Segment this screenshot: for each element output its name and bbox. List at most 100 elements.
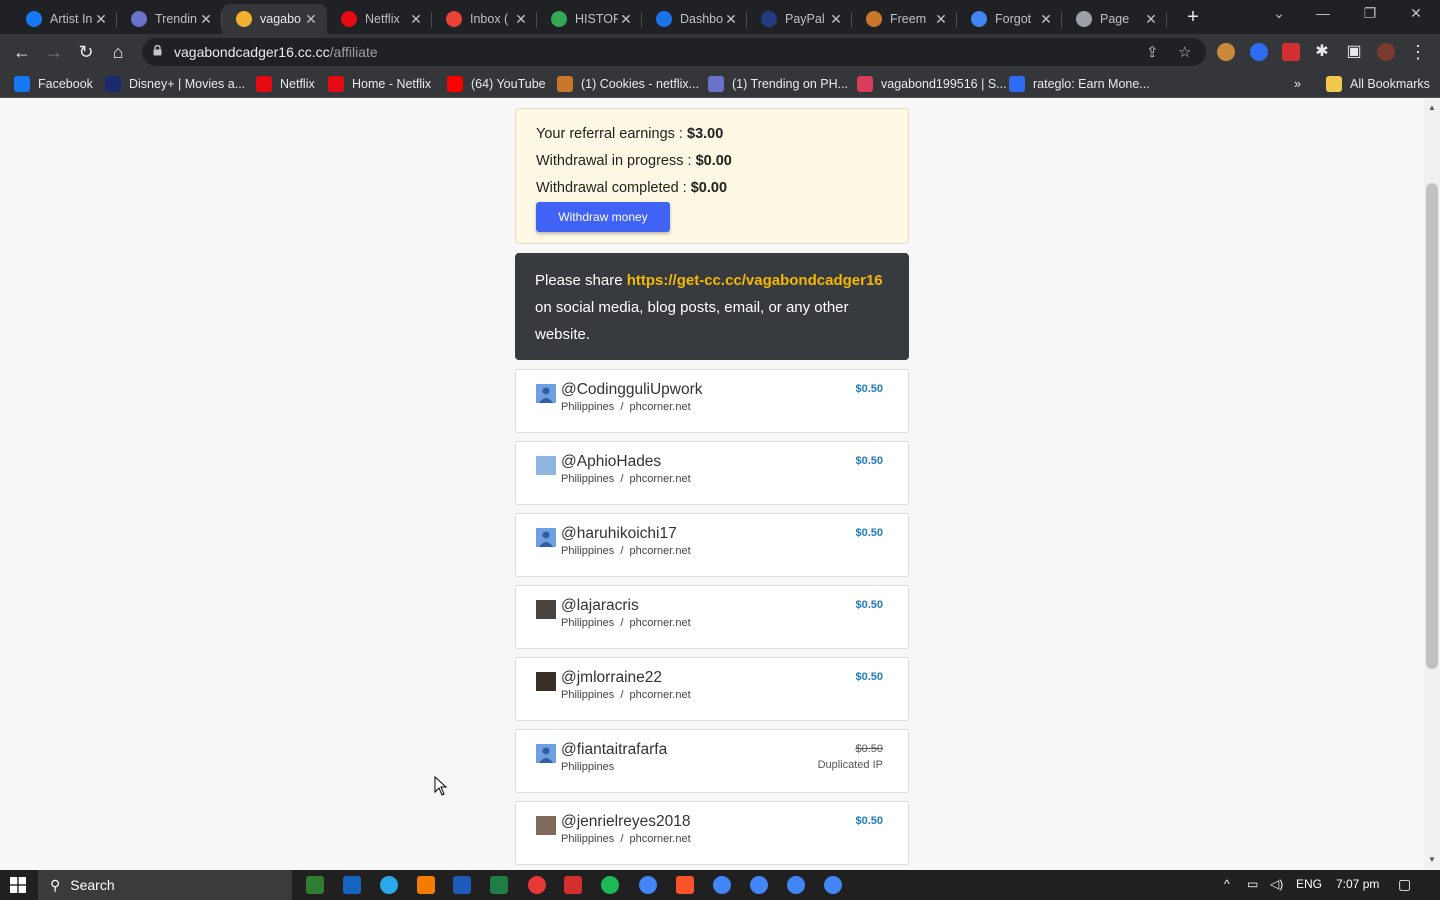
referral-username[interactable]: @lajaracris bbox=[561, 597, 639, 615]
user-avatar bbox=[536, 744, 556, 763]
network-icon[interactable]: ▭ bbox=[1247, 877, 1258, 891]
cookie-extension-icon[interactable] bbox=[1217, 43, 1235, 61]
tab-close-icon[interactable]: ✕ bbox=[828, 11, 844, 28]
notifications-icon[interactable]: ▢ bbox=[1398, 876, 1411, 893]
excel-app-icon[interactable] bbox=[490, 876, 508, 894]
tab-close-icon[interactable]: ✕ bbox=[513, 11, 529, 28]
referral-username[interactable]: @jmlorraine22 bbox=[561, 669, 662, 687]
browser-tab[interactable]: Artist In ✕ bbox=[12, 4, 117, 34]
browser-tab[interactable]: HISTOF ✕ bbox=[537, 4, 642, 34]
tab-close-icon[interactable]: ✕ bbox=[1143, 11, 1159, 28]
extensions-puzzle-icon[interactable]: ✱ bbox=[1310, 40, 1334, 64]
telegram-app-icon[interactable] bbox=[380, 876, 398, 894]
calendar-app-icon[interactable] bbox=[343, 876, 361, 894]
browser-tab[interactable]: PayPal ✕ bbox=[747, 4, 852, 34]
chrome-profile-4-icon[interactable] bbox=[787, 876, 805, 894]
bookmark-item[interactable]: Home - Netflix bbox=[328, 75, 431, 93]
browser-tab[interactable]: Trendin ✕ bbox=[117, 4, 222, 34]
volume-icon[interactable]: ◁) bbox=[1270, 877, 1283, 891]
tab-strip: Artist In ✕ Trendin ✕ vagabo ✕ Netflix ✕ Inbox (… bbox=[0, 0, 1440, 34]
audio-extension-icon[interactable] bbox=[1250, 43, 1268, 61]
all-bookmarks-button[interactable]: All Bookmarks bbox=[1326, 75, 1430, 93]
referral-username[interactable]: @CodingguliUpwork bbox=[561, 381, 703, 399]
back-icon[interactable]: ← bbox=[10, 40, 34, 64]
user-avatar bbox=[536, 528, 556, 547]
tab-close-icon[interactable]: ✕ bbox=[303, 11, 319, 28]
bookmarks-overflow-icon[interactable]: » bbox=[1294, 75, 1301, 93]
language-indicator[interactable]: ENG bbox=[1296, 877, 1322, 891]
chrome-app-icon[interactable] bbox=[639, 876, 657, 894]
bookmark-favicon-icon bbox=[557, 76, 573, 92]
affiliate-link[interactable]: https://get-cc.cc/vagabondcadger16 bbox=[627, 272, 883, 289]
tab-close-icon[interactable]: ✕ bbox=[723, 11, 739, 28]
word-app-icon[interactable] bbox=[453, 876, 471, 894]
meta-separator: / bbox=[614, 689, 630, 701]
browser-tab[interactable]: Netflix ✕ bbox=[327, 4, 432, 34]
bookmark-item[interactable]: Facebook bbox=[14, 75, 93, 93]
tab-close-icon[interactable]: ✕ bbox=[933, 11, 949, 28]
bookmark-item[interactable]: (64) YouTube bbox=[447, 75, 546, 93]
chrome-profile-5-icon[interactable] bbox=[824, 876, 842, 894]
referral-country: Philippines bbox=[561, 833, 615, 845]
tab-close-icon[interactable]: ✕ bbox=[618, 11, 634, 28]
address-bar[interactable]: vagabondcadger16.cc.cc/affiliate ⇪ ☆ bbox=[142, 38, 1206, 66]
home-icon[interactable]: ⌂ bbox=[106, 40, 130, 64]
lock-icon bbox=[153, 45, 162, 56]
reload-icon[interactable]: ↻ bbox=[74, 40, 98, 64]
app-red-icon[interactable] bbox=[528, 876, 546, 894]
tab-close-icon[interactable]: ✕ bbox=[1038, 11, 1054, 28]
browser-tab[interactable]: Freem ✕ bbox=[852, 4, 957, 34]
side-panel-icon[interactable]: ▣ bbox=[1342, 40, 1366, 64]
scrollbar-thumb[interactable] bbox=[1426, 183, 1438, 669]
sheets-app-icon[interactable] bbox=[306, 876, 324, 894]
tab-close-icon[interactable]: ✕ bbox=[93, 11, 109, 28]
minimize-button[interactable]: — bbox=[1300, 5, 1346, 21]
tab-title: Artist In bbox=[50, 12, 93, 26]
tab-title: Netflix bbox=[365, 12, 400, 26]
referral-username[interactable]: @haruhikoichi17 bbox=[561, 525, 677, 543]
app-red-bag-icon[interactable] bbox=[564, 876, 582, 894]
browser-tab[interactable]: Forgot ✕ bbox=[957, 4, 1062, 34]
tab-title: HISTOF bbox=[575, 12, 618, 26]
restore-button[interactable]: ❐ bbox=[1347, 5, 1393, 22]
bookmark-item[interactable]: (1) Trending on PH... bbox=[708, 75, 848, 93]
brave-app-icon[interactable] bbox=[676, 876, 694, 894]
chrome-profile-3-icon[interactable] bbox=[750, 876, 768, 894]
share-suffix: on social media, blog posts, email, or a… bbox=[535, 299, 849, 343]
bookmark-item[interactable]: (1) Cookies - netflix... bbox=[557, 75, 699, 93]
clock[interactable]: 7:07 pm bbox=[1336, 877, 1379, 891]
tab-close-icon[interactable]: ✕ bbox=[198, 11, 214, 28]
referral-username[interactable]: @fiantaitrafarfa bbox=[561, 741, 667, 759]
browser-tab[interactable]: Page ✕ bbox=[1062, 4, 1167, 34]
profile-avatar[interactable] bbox=[1377, 43, 1395, 61]
tab-close-icon[interactable]: ✕ bbox=[408, 11, 424, 28]
share-page-icon[interactable]: ⇪ bbox=[1146, 43, 1159, 61]
referral-country: Philippines bbox=[561, 689, 615, 701]
scroll-down-arrow[interactable]: ▼ bbox=[1424, 855, 1440, 864]
taskbar-search-box[interactable]: ⚲ Search bbox=[38, 870, 292, 900]
withdraw-money-button[interactable]: Withdraw money bbox=[536, 202, 670, 232]
bookmark-star-icon[interactable]: ☆ bbox=[1178, 43, 1191, 61]
bookmark-item[interactable]: vagabond199516 | S... bbox=[857, 75, 1007, 93]
bookmark-item[interactable]: Disney+ | Movies a... bbox=[105, 75, 245, 93]
scroll-up-arrow[interactable]: ▲ bbox=[1424, 103, 1440, 112]
tab-search-icon[interactable]: ⌄ bbox=[1256, 5, 1302, 22]
new-tab-button[interactable]: + bbox=[1182, 6, 1204, 28]
bookmark-item[interactable]: Netflix bbox=[256, 75, 315, 93]
spotify-app-icon[interactable] bbox=[601, 876, 619, 894]
pdf-extension-icon[interactable] bbox=[1282, 43, 1300, 61]
vlc-app-icon[interactable] bbox=[417, 876, 435, 894]
bookmark-item[interactable]: rateglo: Earn Mone... bbox=[1009, 75, 1150, 93]
tray-overflow-icon[interactable]: ^ bbox=[1224, 877, 1230, 891]
close-window-button[interactable]: ✕ bbox=[1393, 5, 1439, 22]
referral-username[interactable]: @jenrielreyes2018 bbox=[561, 813, 690, 831]
browser-tab[interactable]: Dashbo ✕ bbox=[642, 4, 747, 34]
chrome-profile-2-icon[interactable] bbox=[713, 876, 731, 894]
page-scrollbar[interactable]: ▲ ▼ bbox=[1424, 99, 1440, 869]
referral-username[interactable]: @AphioHades bbox=[561, 453, 661, 471]
forward-icon[interactable]: → bbox=[42, 40, 66, 64]
browser-tab[interactable]: vagabo ✕ bbox=[222, 4, 327, 34]
menu-kebab-icon[interactable]: ⋮ bbox=[1406, 40, 1430, 64]
windows-start-icon[interactable] bbox=[10, 877, 26, 893]
browser-tab[interactable]: Inbox (✕ bbox=[432, 4, 537, 34]
